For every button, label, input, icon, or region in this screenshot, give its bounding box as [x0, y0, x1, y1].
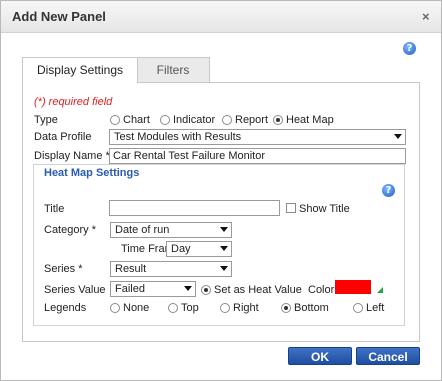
legend-option-top[interactable]: Top	[168, 302, 199, 314]
type-option-chart[interactable]: Chart	[110, 114, 150, 126]
dialog-titlebar[interactable]: Add New Panel ×	[1, 1, 441, 33]
series-value-label: Series Value	[44, 284, 106, 296]
series-value-select[interactable]: Failed	[110, 281, 196, 297]
color-swatch[interactable]	[335, 280, 371, 294]
data-profile-select[interactable]: Test Modules with Results	[109, 129, 406, 145]
display-name-label: Display Name *	[34, 150, 110, 162]
legend-option-bottom[interactable]: Bottom	[281, 302, 329, 314]
time-frame-select[interactable]: Day	[166, 241, 232, 257]
cancel-button[interactable]: Cancel	[356, 347, 420, 365]
radio-icon	[110, 115, 120, 125]
chevron-down-icon	[184, 286, 192, 291]
radio-icon	[168, 303, 178, 313]
chevron-down-icon	[220, 227, 228, 232]
close-icon[interactable]: ×	[422, 9, 430, 24]
show-title-label: Show Title	[299, 203, 350, 215]
series-select[interactable]: Result	[110, 261, 232, 277]
title-label: Title	[44, 203, 65, 215]
color-picker-corner-icon[interactable]	[377, 287, 383, 293]
type-option-report[interactable]: Report	[222, 114, 268, 126]
help-icon[interactable]: ?	[382, 184, 395, 197]
chevron-down-icon	[220, 246, 228, 251]
legends-label: Legends	[44, 302, 87, 314]
title-input[interactable]	[109, 200, 280, 216]
type-label: Type	[34, 114, 58, 126]
type-option-indicator[interactable]: Indicator	[160, 114, 215, 126]
legend-option-left[interactable]: Left	[353, 302, 384, 314]
series-label: Series *	[44, 263, 83, 275]
show-title-checkbox[interactable]	[286, 203, 296, 213]
heat-map-settings-legend: Heat Map Settings	[42, 167, 142, 179]
chevron-down-icon	[394, 134, 402, 139]
display-name-input[interactable]: Car Rental Test Failure Monitor	[109, 148, 406, 164]
radio-icon	[222, 115, 232, 125]
chevron-down-icon	[220, 266, 228, 271]
data-profile-label: Data Profile	[34, 131, 92, 143]
set-as-heat-value-radio[interactable]: Set as Heat Value	[201, 284, 302, 296]
radio-icon	[353, 303, 363, 313]
required-field-note: (*) required field	[34, 96, 113, 108]
radio-selected-icon	[201, 285, 211, 295]
radio-icon	[220, 303, 230, 313]
legend-option-right[interactable]: Right	[220, 302, 259, 314]
tab-display-settings[interactable]: Display Settings	[22, 57, 138, 83]
category-label: Category *	[44, 224, 96, 236]
type-option-heat-map[interactable]: Heat Map	[273, 114, 334, 126]
category-select[interactable]: Date of run	[110, 222, 232, 238]
help-icon[interactable]: ?	[403, 42, 416, 55]
radio-icon	[160, 115, 170, 125]
ok-button[interactable]: OK	[288, 347, 352, 365]
radio-icon	[110, 303, 120, 313]
legend-option-none[interactable]: None	[110, 302, 149, 314]
radio-selected-icon	[273, 115, 283, 125]
tab-filters[interactable]: Filters	[136, 57, 210, 82]
radio-selected-icon	[281, 303, 291, 313]
color-label: Color	[308, 284, 335, 296]
dialog-title: Add New Panel	[12, 9, 106, 24]
